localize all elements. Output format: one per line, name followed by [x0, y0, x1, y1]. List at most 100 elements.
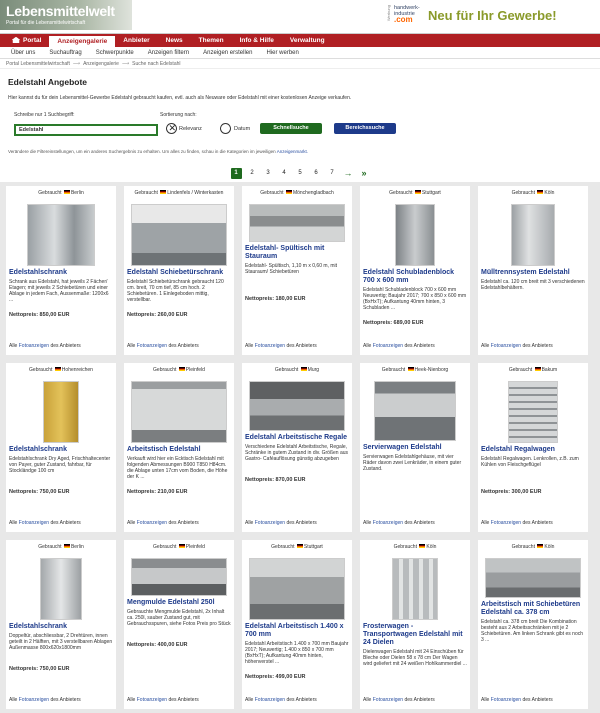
nav-anbieter[interactable]: Anbieter	[115, 34, 157, 47]
fotoanzeigen-link[interactable]: Fotoanzeigen	[255, 520, 285, 526]
nav-anzeigengalerie[interactable]: Anzeigengalerie	[49, 34, 116, 47]
listing-footer: Alle Fotoanzeigen des Anbieters	[363, 343, 435, 349]
subnav-suchauftrag[interactable]: Suchauftrag	[42, 47, 88, 58]
fotoanzeigen-link[interactable]: Fotoanzeigen	[19, 520, 49, 526]
listing-title[interactable]: Edelstahl Schubladenblock 700 x 600 mm	[363, 269, 467, 285]
listing-thumbnail[interactable]	[131, 381, 227, 443]
subnav-hier-werben[interactable]: Hier werben	[259, 47, 305, 58]
listing-title[interactable]: Edelstahl- Spültisch mit Stauraum	[245, 245, 349, 261]
nav-verwaltung[interactable]: Verwaltung	[282, 34, 333, 47]
flag-de-icon	[534, 367, 541, 371]
nav-portal[interactable]: Portal	[4, 34, 49, 47]
search-input[interactable]: Edelstahl	[14, 124, 158, 136]
listing-title[interactable]: Edelstahl Schiebetürschrank	[127, 269, 231, 277]
listing-card[interactable]: Gebraucht Pleinfeld Arbeitstisch Edelstah…	[124, 363, 234, 532]
listing-card[interactable]: Gebraucht Pleinfeld Mengmulde Edelstahl 2…	[124, 540, 234, 709]
listing-card[interactable]: Gebraucht Bakum Edelstahl Regalwagen Edels…	[478, 363, 588, 532]
fotoanzeigen-link[interactable]: Fotoanzeigen	[491, 343, 521, 349]
listing-card[interactable]: Gebraucht Köln Mülltrennsystem Edelstahl E…	[478, 186, 588, 355]
listing-card[interactable]: Gebraucht Köln Frosterwagen - Transportwa…	[360, 540, 470, 709]
listing-card[interactable]: Gebraucht Lindenfels / Winterkasten Edels…	[124, 186, 234, 355]
breadcrumb-portal[interactable]: Portal Lebensmittelwirtschaft	[6, 61, 70, 67]
listing-card[interactable]: Gebraucht Stuttgart Edelstahl Schubladenb…	[360, 186, 470, 355]
fotoanzeigen-link[interactable]: Fotoanzeigen	[19, 343, 49, 349]
page-4[interactable]: 4	[279, 168, 290, 179]
page-1[interactable]: 1	[230, 167, 242, 179]
listing-thumbnail[interactable]	[249, 381, 345, 431]
listing-title[interactable]: Frosterwagen - Transportwagen Edelstahl …	[363, 623, 467, 647]
listing-title[interactable]: Mengmulde Edelstahl 250l	[127, 599, 231, 607]
listing-card[interactable]: Gebraucht Murg Edelstahl Arbeitstische Re…	[242, 363, 352, 532]
listing-title[interactable]: Arbeitstisch Edelstahl	[127, 446, 231, 454]
site-logo[interactable]: Lebensmittelwelt Portal für die Lebensmi…	[0, 0, 132, 30]
listing-thumbnail[interactable]	[511, 204, 555, 266]
page-5[interactable]: 5	[295, 168, 306, 179]
listing-title[interactable]: Edelstahl Arbeitstische Regale	[245, 434, 349, 442]
breadcrumb: Portal Lebensmittelwirtschaft ⟶ Anzeigenga…	[0, 59, 600, 69]
listing-title[interactable]: Edelstahlschrank	[9, 446, 113, 454]
listing-thumbnail[interactable]	[249, 558, 345, 620]
listing-title[interactable]: Edelstahl Regalwagen	[481, 446, 585, 454]
fotoanzeigen-link[interactable]: Fotoanzeigen	[491, 697, 521, 703]
listing-title[interactable]: Servierwagen Edelstahl	[363, 444, 467, 452]
last-page-icon[interactable]: »	[359, 168, 370, 179]
listing-card[interactable]: Gebraucht Mönchengladbach Edelstahl- Spül…	[242, 186, 352, 355]
listing-thumbnail[interactable]	[392, 558, 438, 620]
subnav-schwerpunkte[interactable]: Schwerpunkte	[89, 47, 141, 58]
fotoanzeigen-link[interactable]: Fotoanzeigen	[137, 343, 167, 349]
listing-card[interactable]: Gebraucht Hohenreichen Edelstahlschrank Ed…	[6, 363, 116, 532]
listing-thumbnail[interactable]	[508, 381, 558, 443]
quick-search-button[interactable]: Schnellsuche	[260, 123, 322, 134]
listing-title[interactable]: Edelstahlschrank	[9, 269, 113, 277]
listing-card[interactable]: Gebraucht Köln Arbeitstisch mit Schiebetü…	[478, 540, 588, 709]
fotoanzeigen-link[interactable]: Fotoanzeigen	[373, 520, 403, 526]
listing-thumbnail[interactable]	[131, 558, 227, 596]
listing-card[interactable]: Gebraucht Berlin Edelstahlschrank Schrank …	[6, 186, 116, 355]
listing-thumbnail[interactable]	[43, 381, 79, 443]
listing-thumbnail[interactable]	[131, 204, 227, 266]
listing-location: Gebraucht Mönchengladbach	[260, 190, 334, 196]
listing-thumbnail[interactable]	[40, 558, 82, 620]
nav-info-hilfe[interactable]: Info & Hilfe	[232, 34, 282, 47]
listing-title[interactable]: Arbeitstisch mit Schiebetüren Edelstahl …	[481, 601, 585, 617]
listing-description: Servierwagen Edelstahlgehäuse, mit vier …	[363, 454, 462, 472]
area-search-button[interactable]: Bereichssuche	[334, 123, 396, 134]
listing-thumbnail[interactable]	[395, 204, 435, 266]
fotoanzeigen-link[interactable]: Fotoanzeigen	[19, 697, 49, 703]
fotoanzeigen-link[interactable]: Fotoanzeigen	[255, 343, 285, 349]
nav-themen[interactable]: Themen	[191, 34, 232, 47]
page-6[interactable]: 6	[311, 168, 322, 179]
subnav-ueber-uns[interactable]: Über uns	[4, 47, 42, 58]
listing-thumbnail[interactable]	[485, 558, 581, 598]
listing-card[interactable]: Gebraucht Stuttgart Edelstahl Arbeitstisc…	[242, 540, 352, 709]
listing-card[interactable]: Gebraucht Berlin Edelstahlschrank Doppeltü…	[6, 540, 116, 709]
sort-date-radio[interactable]	[220, 123, 231, 134]
listing-title[interactable]: Mülltrennsystem Edelstahl	[481, 269, 585, 277]
nav-news[interactable]: News	[158, 34, 191, 47]
fotoanzeigen-link[interactable]: Fotoanzeigen	[373, 343, 403, 349]
fotoanzeigen-link[interactable]: Fotoanzeigen	[137, 697, 167, 703]
page-7[interactable]: 7	[327, 168, 338, 179]
listing-grid: Gebraucht Berlin Edelstahlschrank Schrank …	[0, 182, 600, 713]
anzeigenmarkt-link[interactable]: Anzeigenmarkt.	[277, 149, 308, 154]
breadcrumb-galerie[interactable]: Anzeigengalerie	[83, 61, 119, 67]
subnav-anzeigen-filtern[interactable]: Anzeigen filtern	[141, 47, 196, 58]
listing-title[interactable]: Edelstahlschrank	[9, 623, 113, 631]
page-3[interactable]: 3	[263, 168, 274, 179]
next-page-icon[interactable]: →	[343, 168, 354, 179]
subnav-anzeigen-erstellen[interactable]: Anzeigen erstellen	[196, 47, 259, 58]
fotoanzeigen-link[interactable]: Fotoanzeigen	[255, 697, 285, 703]
fotoanzeigen-link[interactable]: Fotoanzeigen	[137, 520, 167, 526]
fotoanzeigen-link[interactable]: Fotoanzeigen	[491, 520, 521, 526]
sort-relevance-radio[interactable]	[166, 123, 177, 134]
listing-thumbnail[interactable]	[249, 204, 345, 242]
fotoanzeigen-link[interactable]: Fotoanzeigen	[373, 697, 403, 703]
listing-thumbnail[interactable]	[374, 381, 456, 441]
listing-title[interactable]: Edelstahl Arbeitstisch 1.400 x 700 mm	[245, 623, 349, 639]
listing-thumbnail[interactable]	[27, 204, 95, 266]
page-2[interactable]: 2	[247, 168, 258, 179]
ad-banner[interactable]: Werbung handwerk-industrie .com Neu für I…	[386, 2, 598, 30]
listing-description: Edelstahlschrank Dry Aged, Frischhaltece…	[9, 456, 111, 474]
page-title: Edelstahl Angebote	[8, 77, 88, 87]
listing-card[interactable]: Gebraucht Heek-Nienborg Servierwagen Edel…	[360, 363, 470, 532]
